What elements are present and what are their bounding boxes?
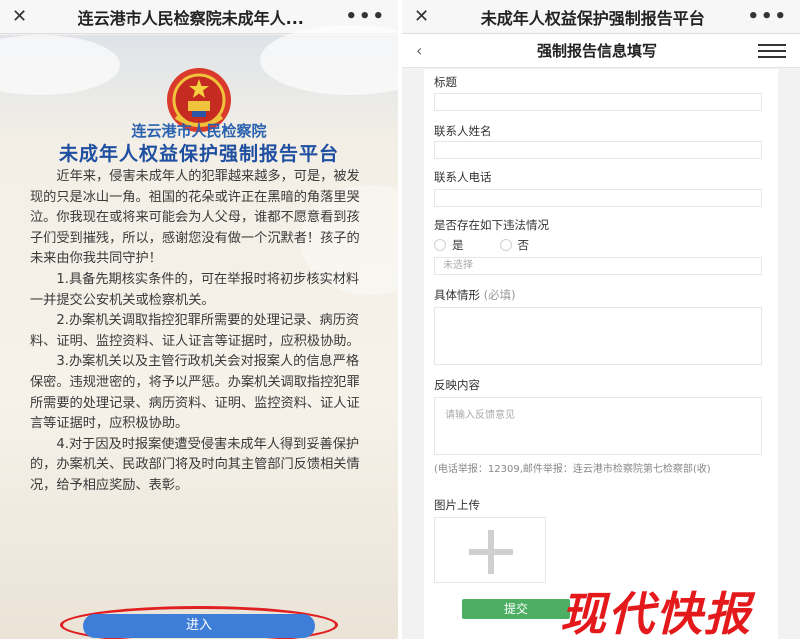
enter-highlight-circle: 进入 — [60, 606, 338, 639]
violation-select[interactable]: 未选择 — [434, 257, 762, 275]
intro-item-4: 4.对于因及时报案使遭受侵害未成年人得到妥善保护的，办案机关、民政部门将及时向其… — [30, 436, 360, 493]
back-icon[interactable]: ‹ — [416, 41, 436, 60]
contact-name-label: 联系人姓名 — [434, 124, 492, 138]
contact-phone-input[interactable] — [434, 189, 762, 207]
radio-yes[interactable] — [434, 239, 446, 251]
left-screen: ✕ 连云港市人民检察院未成年人... ••• 连云港市人民检察院 未成年人权益保… — [0, 0, 398, 639]
form-header: ‹ 强制报告信息填写 — [402, 34, 800, 68]
window-title: 连云港市人民检察院未成年人... — [77, 8, 304, 28]
contact-name-input[interactable] — [434, 141, 762, 159]
right-top-bar: ✕ 未成年人权益保护强制报告平台 ••• — [402, 0, 800, 34]
contact-phone-label: 联系人电话 — [434, 170, 492, 184]
report-contact-note: (电话举报：12309,邮件举报：连云港市检察院第七检察部(收) — [434, 464, 711, 475]
platform-title: 未成年人权益保护强制报告平台 — [58, 143, 339, 165]
more-icon[interactable]: ••• — [747, 6, 788, 27]
title-input[interactable] — [434, 93, 762, 111]
violation-radio-group: 是 否 — [434, 237, 529, 253]
detail-label-text: 具体情形 — [434, 288, 480, 302]
intro-item-1: 1.具备先期核实条件的，可在举报时将初步核实材料一并提交公安机关或检察机关。 — [30, 271, 360, 308]
window-title: 未成年人权益保护强制报告平台 — [480, 8, 705, 28]
submit-button[interactable]: 提交 — [462, 599, 570, 619]
page-title: 强制报告信息填写 — [536, 42, 657, 60]
image-upload-button[interactable] — [434, 517, 546, 583]
more-icon[interactable]: ••• — [345, 6, 386, 27]
organization-name: 连云港市人民检察院 — [131, 122, 267, 140]
report-form: 标题 联系人姓名 联系人电话 是否存在如下违法情况 是 否 未选择 具体情形 (… — [424, 69, 778, 639]
intro-item-3: 3.办案机关以及主管行政机关会对报案人的信息严格保密。违规泄密的，将予以严惩。办… — [30, 354, 360, 432]
radio-no-label: 否 — [517, 238, 530, 252]
intro-paragraph: 近年来，侵害未成年人的犯罪越来越多，可是，被发现的只是冰山一角。祖国的花朵或许正… — [30, 169, 360, 267]
news-watermark: 现代快报 — [560, 587, 752, 641]
detail-label: 具体情形 (必填) — [434, 287, 516, 303]
plus-icon-vertical — [488, 530, 494, 574]
radio-no[interactable] — [499, 239, 512, 251]
intro-text: 近年来，侵害未成年人的犯罪越来越多，可是，被发现的只是冰山一角。祖国的花朵或许正… — [30, 167, 368, 497]
feedback-placeholder: 请输入反馈意见 — [445, 410, 515, 421]
upload-label: 图片上传 — [434, 498, 480, 512]
menu-icon[interactable] — [758, 43, 786, 58]
detail-textarea[interactable] — [434, 307, 762, 365]
landing-page: 连云港市人民检察院 未成年人权益保护强制报告平台 近年来，侵害未成年人的犯罪越来… — [0, 25, 398, 639]
intro-item-2: 2.办案机关调取指控犯罪所需要的处理记录、病历资料、证明、监控资料、证人证言等证… — [30, 313, 360, 349]
violation-label: 是否存在如下违法情况 — [434, 218, 549, 232]
radio-yes-label: 是 — [452, 238, 464, 252]
detail-required-note: (必填) — [483, 288, 516, 302]
right-screen: ✕ 未成年人权益保护强制报告平台 ••• ‹ 强制报告信息填写 标题 联系人姓名… — [402, 0, 800, 639]
close-icon[interactable]: ✕ — [414, 6, 438, 27]
enter-button[interactable]: 进入 — [83, 614, 315, 638]
feedback-label: 反映内容 — [434, 378, 480, 392]
feedback-textarea[interactable]: 请输入反馈意见 — [434, 397, 762, 455]
close-icon[interactable]: ✕ — [12, 6, 36, 27]
title-label: 标题 — [434, 75, 457, 89]
